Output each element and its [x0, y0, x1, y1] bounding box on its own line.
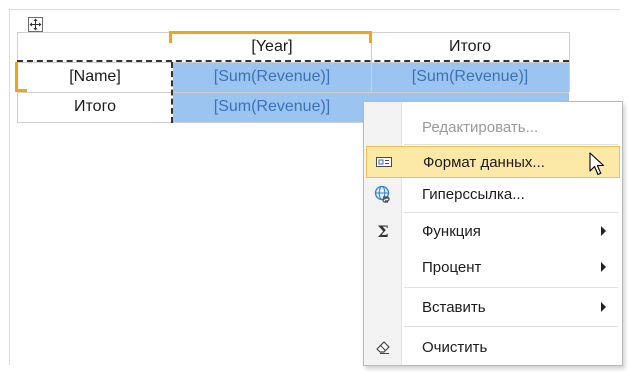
selection-left-marker [15, 62, 18, 92]
design-canvas-left-border [9, 9, 10, 365]
hyperlink-globe-icon [366, 178, 400, 210]
menu-item-label: Редактировать... [422, 118, 539, 136]
design-canvas-top-border [9, 9, 620, 10]
cell-sum-revenue[interactable]: [Sum(Revenue)] [173, 62, 371, 92]
cell-grand-total-sum-revenue[interactable]: [Sum(Revenue)] [173, 92, 371, 122]
row-header-name[interactable]: [Name] [17, 62, 173, 92]
menu-separator [404, 144, 618, 145]
column-header-year[interactable]: [Year] [173, 32, 371, 62]
menu-item-function[interactable]: Σ Функция [366, 215, 620, 247]
menu-item-edit[interactable]: Редактировать... [366, 111, 620, 143]
menu-item-label: Очистить [422, 338, 488, 356]
row-selection-dashed-line [17, 60, 569, 62]
mouse-pointer-icon [589, 152, 605, 183]
column-selection-dashed-line [171, 62, 173, 123]
sigma-icon: Σ [377, 221, 389, 241]
selection-top-marker [169, 31, 371, 34]
submenu-arrow-icon [601, 226, 606, 236]
table-move-handle-icon[interactable] [28, 17, 43, 32]
menu-item-label: Вставить [422, 298, 486, 316]
grid-line [17, 122, 387, 123]
menu-separator [404, 326, 618, 327]
menu-item-label: Формат данных... [423, 153, 545, 171]
submenu-arrow-icon [601, 302, 606, 312]
row-header-total[interactable]: Итого [17, 92, 173, 122]
menu-separator [404, 287, 618, 288]
submenu-arrow-icon [601, 262, 606, 272]
context-menu: Редактировать... Формат данных... Гиперс… [363, 101, 623, 366]
selection-corner-marker [369, 31, 372, 43]
menu-item-label: Гиперссылка... [422, 185, 525, 203]
grid-line [569, 32, 570, 92]
menu-item-hyperlink[interactable]: Гиперссылка... [366, 178, 620, 210]
eraser-icon [366, 331, 400, 363]
format-data-icon [367, 146, 401, 178]
menu-item-label: Процент [422, 258, 482, 276]
menu-separator [404, 212, 618, 213]
menu-item-format-data[interactable]: Формат данных... [366, 146, 620, 178]
selection-corner-marker [15, 89, 27, 92]
menu-item-percent[interactable]: Процент [366, 251, 620, 283]
cell-total-sum-revenue[interactable]: [Sum(Revenue)] [371, 62, 569, 92]
menu-item-clear[interactable]: Очистить [366, 331, 620, 363]
column-header-total[interactable]: Итого [371, 32, 569, 62]
menu-item-label: Функция [422, 222, 481, 240]
menu-item-insert[interactable]: Вставить [366, 291, 620, 323]
